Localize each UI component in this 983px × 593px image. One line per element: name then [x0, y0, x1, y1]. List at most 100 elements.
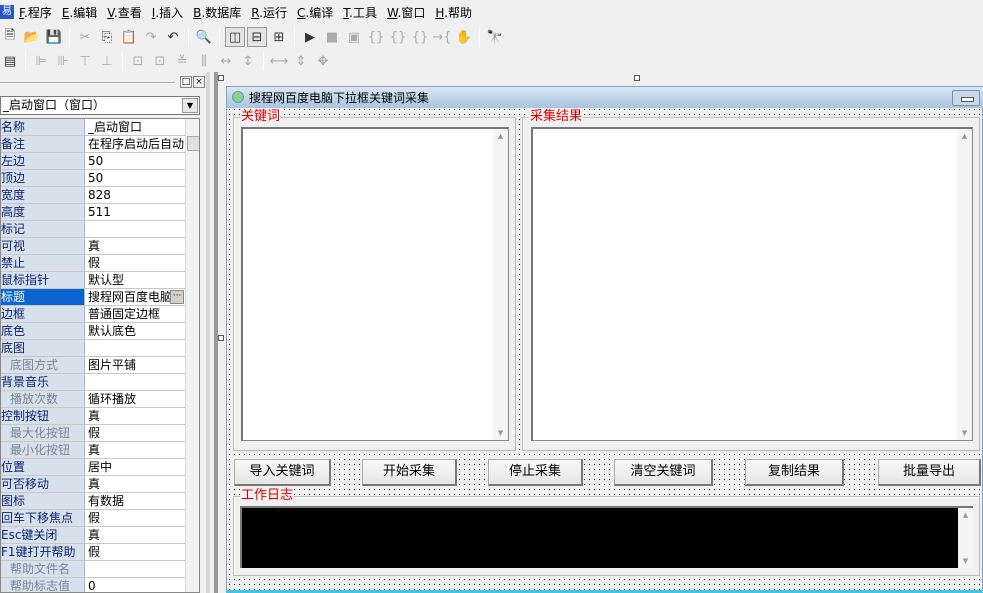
center-horizontal-icon[interactable]: ⊡	[128, 51, 148, 71]
new-file-icon[interactable]: 🗎	[0, 27, 20, 47]
step-into-icon[interactable]: {}	[366, 27, 386, 47]
property-row[interactable]: 备注 在程序启动后自动	[1, 136, 185, 153]
property-value[interactable]: 假	[86, 425, 185, 441]
scrollbar-thumb[interactable]	[187, 136, 199, 151]
property-value[interactable]: 真	[86, 442, 185, 458]
results-textbox[interactable]: ▲ ▼	[531, 127, 973, 441]
property-value[interactable]: 循环播放	[86, 391, 185, 407]
property-value[interactable]	[86, 340, 185, 356]
stop-icon[interactable]: ■	[322, 27, 342, 47]
undo-icon[interactable]: ↶	[163, 27, 183, 47]
property-row[interactable]: 边框 普通固定边框	[1, 306, 185, 323]
property-row[interactable]: 回车下移焦点假	[1, 510, 185, 527]
property-value[interactable]: 50	[86, 170, 185, 186]
property-row[interactable]: 底色 默认底色	[1, 323, 185, 340]
property-row[interactable]: 可视真	[1, 238, 185, 255]
stretch-width-icon[interactable]: ⟷	[269, 51, 289, 71]
minimize-button[interactable]	[952, 90, 980, 106]
menu-h[interactable]: H.帮助	[430, 4, 477, 21]
stretch-height-icon[interactable]: ⇕	[291, 51, 311, 71]
find-icon[interactable]: 🔍	[194, 27, 214, 47]
align-bottom-icon[interactable]: ⊥	[97, 51, 117, 71]
start-collect-button[interactable]: 开始采集	[362, 459, 457, 486]
restore-icon[interactable]: □	[180, 76, 192, 88]
step-over-icon[interactable]: {}	[388, 27, 408, 47]
property-row[interactable]: 高度 511	[1, 204, 185, 221]
property-value[interactable]: 511	[86, 204, 185, 220]
form-icon[interactable]: ▤	[0, 51, 20, 71]
property-value[interactable]: 假	[86, 544, 185, 560]
results-scrollbar[interactable]: ▲ ▼	[957, 129, 972, 440]
run-to-cursor-icon[interactable]: →{	[432, 27, 452, 47]
property-row[interactable]: 图标 有数据	[1, 493, 185, 510]
property-value[interactable]: 在程序启动后自动	[86, 136, 185, 152]
keywords-scrollbar[interactable]: ▲ ▼	[493, 129, 508, 440]
ellipsis-button[interactable]: ···	[170, 290, 184, 304]
space-horizontal-icon[interactable]: ⫼	[194, 51, 214, 71]
resize-handle[interactable]	[634, 75, 640, 81]
property-value[interactable]: 真	[86, 527, 185, 543]
clear-keywords-button[interactable]: 清空关键词	[614, 459, 713, 486]
stretch-both-icon[interactable]: ✥	[313, 51, 333, 71]
resize-handle[interactable]	[218, 335, 224, 341]
copy-icon[interactable]: ⎘	[97, 27, 117, 47]
property-value[interactable]	[86, 561, 185, 577]
same-height-icon[interactable]: ↕	[238, 51, 258, 71]
run-icon[interactable]: ▶	[300, 27, 320, 47]
property-row[interactable]: 帮助文件名	[1, 561, 185, 578]
property-value[interactable]: 普通固定边框	[86, 306, 185, 322]
property-row[interactable]: 最小化按钮真	[1, 442, 185, 459]
chevron-down-icon[interactable]: ▼	[182, 98, 198, 113]
import-keywords-button[interactable]: 导入关键词	[234, 459, 331, 486]
property-row[interactable]: 标题 搜程网百度电脑 ···	[1, 289, 185, 306]
save-icon[interactable]: 💾	[44, 27, 64, 47]
object-selector[interactable]: _启动窗口（窗口） ▼	[0, 96, 200, 115]
property-value[interactable]: 有数据	[86, 493, 185, 509]
redo-icon[interactable]: ↷	[141, 27, 161, 47]
menu-r[interactable]: R.运行	[246, 4, 292, 21]
batch-export-button[interactable]: 批量导出	[878, 459, 981, 486]
menu-w[interactable]: W.窗口	[382, 4, 430, 21]
align-left-icon[interactable]: ⊫	[31, 51, 51, 71]
layout-grid-icon[interactable]: ⊞	[269, 27, 289, 47]
property-row[interactable]: 帮助标志值 0	[1, 578, 185, 592]
property-row[interactable]: 位置 居中	[1, 459, 185, 476]
property-row[interactable]: 可否移动真	[1, 476, 185, 493]
center-vertical-icon[interactable]: ⊡	[150, 51, 170, 71]
layout-bottom-icon[interactable]: ⊟	[247, 27, 267, 47]
menu-f[interactable]: F.程序	[14, 4, 57, 21]
property-row[interactable]: 底图方式 图片平铺	[1, 357, 185, 374]
menu-e[interactable]: E.编辑	[57, 4, 102, 21]
log-textbox[interactable]: ▲ ▼	[240, 506, 973, 568]
binoculars-icon[interactable]: 🔭	[485, 27, 505, 47]
property-row[interactable]: 宽度 828	[1, 187, 185, 204]
property-value[interactable]	[86, 374, 185, 390]
resize-handle[interactable]	[218, 75, 224, 81]
property-row[interactable]: 播放次数 循环播放	[1, 391, 185, 408]
property-row[interactable]: 控制按钮真	[1, 408, 185, 425]
keywords-textbox[interactable]: ▲ ▼	[241, 127, 509, 441]
property-value[interactable]: 假	[86, 510, 185, 526]
space-vertical-icon[interactable]: ≚	[172, 51, 192, 71]
log-scrollbar[interactable]: ▲ ▼	[958, 508, 973, 568]
debug-icon[interactable]: ▣	[344, 27, 364, 47]
property-value[interactable]: 真	[86, 476, 185, 492]
property-value[interactable]: 真	[86, 238, 185, 254]
property-row[interactable]: 顶边 50	[1, 170, 185, 187]
layout-left-icon[interactable]: ◫	[225, 27, 245, 47]
property-row[interactable]: 背景音乐	[1, 374, 185, 391]
stop-collect-button[interactable]: 停止采集	[488, 459, 583, 486]
property-grid-scrollbar[interactable]	[185, 119, 199, 592]
property-row[interactable]: 标记	[1, 221, 185, 238]
property-value[interactable]: 居中	[86, 459, 185, 475]
property-row[interactable]: 鼠标指针 默认型	[1, 272, 185, 289]
hand-icon[interactable]: ✋	[454, 27, 474, 47]
property-value[interactable]: 默认型	[86, 272, 185, 288]
step-out-icon[interactable]: {}	[410, 27, 430, 47]
align-right-icon[interactable]: ⊪	[53, 51, 73, 71]
property-value[interactable]: _启动窗口	[86, 119, 185, 135]
menu-i[interactable]: I.插入	[147, 4, 188, 21]
property-row[interactable]: 最大化按钮假	[1, 425, 185, 442]
cut-icon[interactable]: ✂	[75, 27, 95, 47]
open-folder-icon[interactable]: 📂	[22, 27, 42, 47]
